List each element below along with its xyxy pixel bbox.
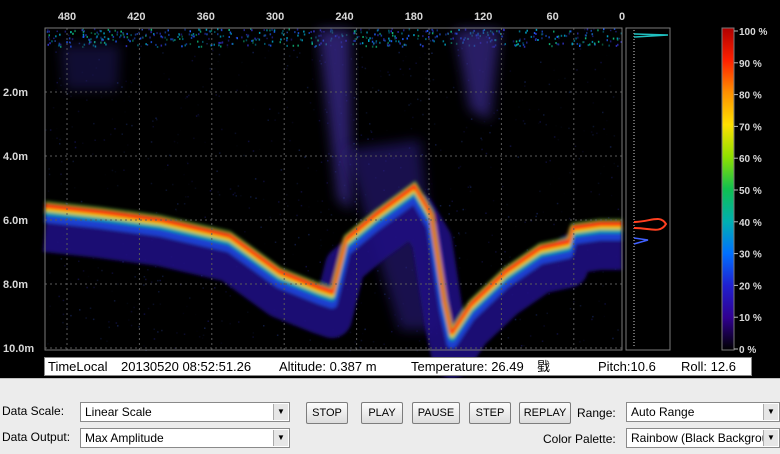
range-value: Auto Range xyxy=(631,405,695,419)
depth-tick-label: 2.0m xyxy=(3,87,28,99)
depth-tick-label: 8.0m xyxy=(3,279,28,291)
echogram-display: 480 420 360 300 240 180 120 60 0 2.0m 4.0m 6.0m 8.0m… xyxy=(3,11,767,378)
color-scale-label: 50 % xyxy=(739,186,762,197)
color-palette-label: Color Palette: xyxy=(543,432,616,446)
temperature-value: Temperature: 26.49 xyxy=(411,359,524,374)
pause-button[interactable]: PAUSE xyxy=(412,402,460,424)
data-scale-label: Data Scale: xyxy=(2,404,65,418)
color-scale-label: 20 % xyxy=(739,281,762,292)
color-scale-bar xyxy=(721,27,735,351)
stop-button[interactable]: STOP xyxy=(306,402,348,424)
color-palette-select[interactable]: Rainbow (Black Backgrour ▼ xyxy=(626,428,780,448)
color-scale-label: 80 % xyxy=(739,91,762,102)
top-axis-tick-label: 360 xyxy=(197,11,215,23)
altitude-value: Altitude: 0.387 m xyxy=(279,359,377,374)
depth-tick-label: 10.0m xyxy=(3,343,34,355)
chevron-down-icon[interactable]: ▼ xyxy=(763,430,778,446)
color-scale-label: 10 % xyxy=(739,313,762,324)
control-panel: Data Scale: Linear Scale ▼ Data Output: … xyxy=(0,378,780,454)
top-axis-tick-label: 240 xyxy=(335,11,353,23)
top-axis-tick-label: 420 xyxy=(127,11,145,23)
color-palette-value: Rainbow (Black Backgrour xyxy=(631,431,773,445)
echogram-plot xyxy=(42,28,623,378)
data-scale-select[interactable]: Linear Scale ▼ xyxy=(80,402,290,422)
echogram-viewer: 480 420 360 300 240 180 120 60 0 2.0m 4.0m 6.0m 8.0m… xyxy=(0,0,780,378)
roll-value: Roll: 12.6 xyxy=(681,359,736,374)
color-scale-label: 90 % xyxy=(739,59,762,70)
status-bar: TimeLocal 20130520 08:52:51.26 Altitude:… xyxy=(44,357,752,376)
data-output-value: Max Amplitude xyxy=(85,431,164,445)
chevron-down-icon[interactable]: ▼ xyxy=(273,430,288,446)
color-scale-label: 30 % xyxy=(739,250,762,261)
play-button[interactable]: PLAY xyxy=(361,402,403,424)
time-label: TimeLocal xyxy=(48,359,108,374)
step-button[interactable]: STEP xyxy=(469,402,511,424)
depth-tick-label: 4.0m xyxy=(3,151,28,163)
replay-button[interactable]: REPLAY xyxy=(519,402,571,424)
pitch-value: Pitch:10.6 xyxy=(598,359,656,374)
top-axis-tick-label: 180 xyxy=(405,11,423,23)
temperature-unit: 戥 xyxy=(537,359,551,374)
range-label: Range: xyxy=(577,406,616,420)
color-scale-label: 70 % xyxy=(739,122,762,133)
data-output-label: Data Output: xyxy=(2,430,71,444)
amplitude-profile xyxy=(625,27,671,351)
top-axis-tick-label: 60 xyxy=(547,11,559,23)
top-axis-tick-label: 480 xyxy=(58,11,76,23)
top-axis-tick-label: 300 xyxy=(266,11,284,23)
depth-tick-label: 6.0m xyxy=(3,215,28,227)
chevron-down-icon[interactable]: ▼ xyxy=(273,404,288,420)
color-scale-label: 0 % xyxy=(739,345,756,356)
color-scale-label: 100 % xyxy=(739,27,767,38)
data-output-select[interactable]: Max Amplitude ▼ xyxy=(80,428,290,448)
chevron-down-icon[interactable]: ▼ xyxy=(763,404,778,420)
color-scale: 100 % 90 % 80 % 70 % 60 % 50 % 40 % 30 % 20 % 10 … xyxy=(721,27,767,356)
top-axis-tick-label: 120 xyxy=(474,11,492,23)
color-scale-label: 40 % xyxy=(739,218,762,229)
data-scale-value: Linear Scale xyxy=(85,405,152,419)
range-select[interactable]: Auto Range ▼ xyxy=(626,402,780,422)
datetime-value: 20130520 08:52:51.26 xyxy=(121,359,252,374)
top-axis-tick-label: 0 xyxy=(619,11,625,23)
color-scale-label: 60 % xyxy=(739,154,762,165)
